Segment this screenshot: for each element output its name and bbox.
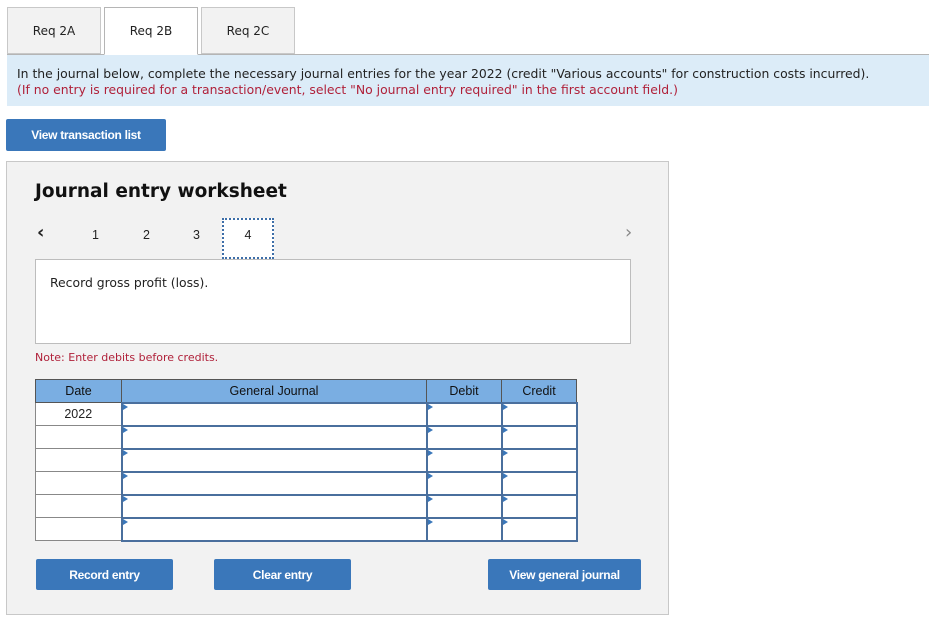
tab-req-2a[interactable]: Req 2A	[7, 7, 101, 54]
header-debit: Debit	[426, 379, 502, 403]
header-general-journal: General Journal	[121, 379, 427, 403]
account-input[interactable]	[120, 493, 428, 519]
debits-note: Note: Enter debits before credits.	[35, 351, 219, 364]
date-cell	[35, 517, 122, 541]
debit-input[interactable]	[425, 424, 503, 450]
date-cell	[35, 425, 122, 449]
page-3[interactable]: 3	[193, 228, 200, 242]
credit-input[interactable]	[500, 493, 578, 519]
view-general-journal-button[interactable]: View general journal	[488, 559, 641, 590]
credit-input[interactable]	[500, 516, 578, 542]
instructions-note: (If no entry is required for a transacti…	[17, 82, 678, 97]
tab-req-2c[interactable]: Req 2C	[201, 7, 295, 54]
description-text: Record gross profit (loss).	[50, 275, 209, 290]
debit-input[interactable]	[425, 493, 503, 519]
record-entry-button[interactable]: Record entry	[36, 559, 173, 590]
page-4-label: 4	[244, 228, 252, 242]
date-cell: 2022	[35, 402, 122, 426]
header-credit: Credit	[501, 379, 577, 403]
journal-table: Date General Journal Debit Credit 2022	[35, 379, 578, 542]
debit-input[interactable]	[425, 447, 503, 473]
tab-req-2b[interactable]: Req 2B	[104, 7, 198, 55]
credit-input[interactable]	[500, 470, 578, 496]
worksheet-title: Journal entry worksheet	[35, 181, 287, 202]
debit-input[interactable]	[425, 470, 503, 496]
instructions-text: In the journal below, complete the neces…	[17, 66, 870, 81]
view-transaction-list-button[interactable]: View transaction list	[6, 119, 166, 151]
clear-entry-button[interactable]: Clear entry	[214, 559, 351, 590]
account-input[interactable]	[120, 470, 428, 496]
table-row	[35, 516, 578, 542]
journal-entry-worksheet: Journal entry worksheet ‹ 1 2 3 4 › Reco…	[6, 161, 669, 615]
credit-input[interactable]	[500, 401, 578, 427]
account-input[interactable]	[120, 424, 428, 450]
debit-input[interactable]	[425, 516, 503, 542]
table-row	[35, 447, 578, 473]
chevron-right-icon[interactable]: ›	[625, 222, 632, 243]
chevron-left-icon[interactable]: ‹	[37, 222, 44, 243]
table-row	[35, 424, 578, 450]
table-row: 2022	[35, 401, 578, 427]
page-2[interactable]: 2	[143, 228, 150, 242]
date-cell	[35, 471, 122, 495]
account-input[interactable]	[120, 516, 428, 542]
account-input[interactable]	[120, 447, 428, 473]
credit-input[interactable]	[500, 447, 578, 473]
instructions-box: In the journal below, complete the neces…	[7, 55, 929, 106]
header-date: Date	[35, 379, 122, 403]
table-row	[35, 493, 578, 519]
table-row	[35, 470, 578, 496]
page-4-active[interactable]: 4	[222, 218, 274, 259]
credit-input[interactable]	[500, 424, 578, 450]
transaction-description: Record gross profit (loss).	[35, 259, 631, 344]
requirement-tabs: Req 2A Req 2B Req 2C	[7, 7, 298, 55]
debit-input[interactable]	[425, 401, 503, 427]
date-cell	[35, 494, 122, 518]
date-cell	[35, 448, 122, 472]
account-input[interactable]	[120, 401, 428, 427]
page-1[interactable]: 1	[92, 228, 99, 242]
